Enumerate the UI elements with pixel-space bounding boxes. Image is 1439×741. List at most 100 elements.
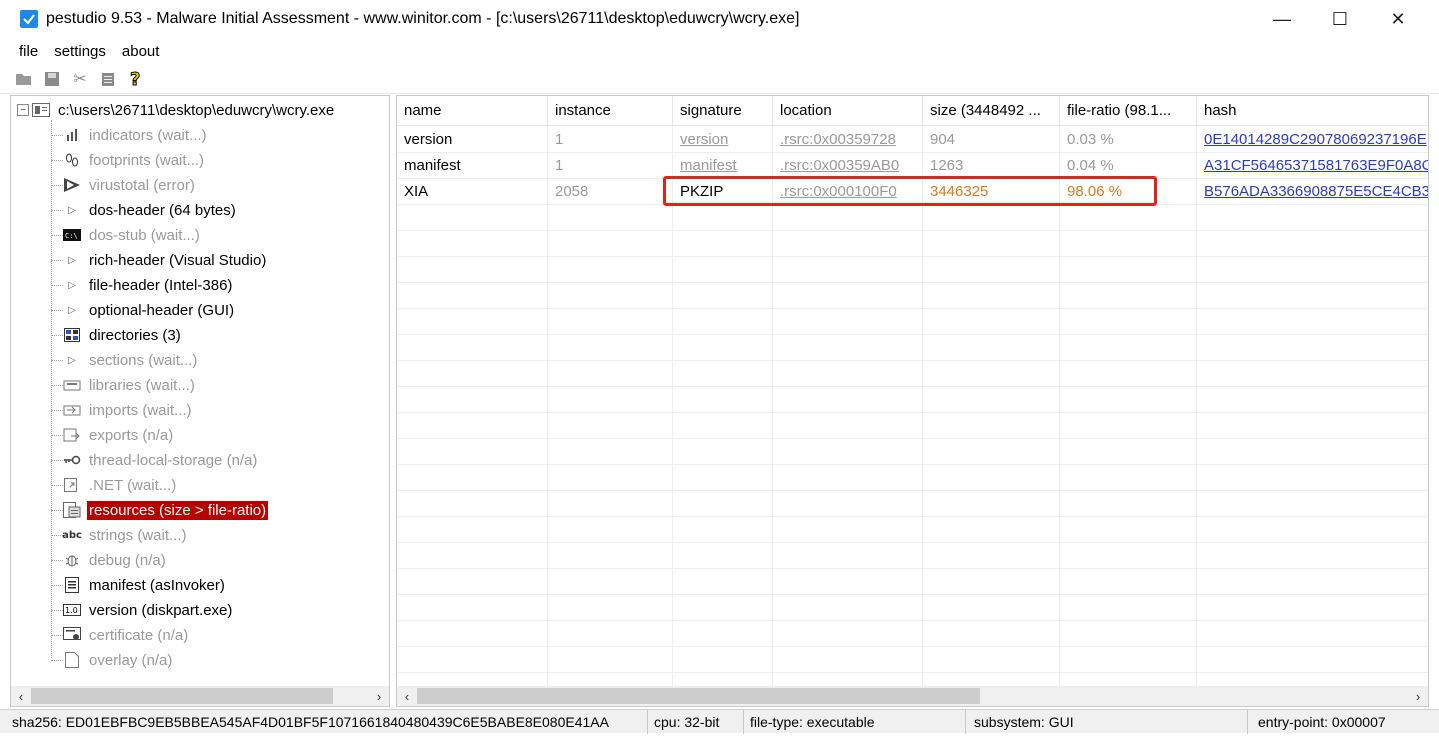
column-header-hash[interactable]: hash bbox=[1197, 96, 1428, 126]
cell-name[interactable]: XIA bbox=[397, 178, 547, 204]
tree-item-label: optional-header (GUI) bbox=[89, 301, 235, 319]
scroll-left-icon[interactable]: ‹ bbox=[397, 686, 417, 706]
bug-icon bbox=[63, 552, 81, 568]
tree-item-label: sections (wait...) bbox=[89, 351, 198, 369]
column-header-name[interactable]: name bbox=[397, 96, 548, 126]
tree-root[interactable]: − c:\users\26711\desktop\eduwcry\wcry.ex… bbox=[17, 98, 336, 122]
tree-item-virustotal[interactable]: virustotal (error) bbox=[63, 173, 197, 197]
expand-icon[interactable]: ▷ bbox=[63, 302, 81, 318]
tree-item-label: virustotal (error) bbox=[89, 176, 195, 194]
footprints-icon bbox=[63, 152, 81, 168]
console-icon: C:\ bbox=[63, 227, 81, 243]
column-header-location[interactable]: location bbox=[773, 96, 923, 126]
column-header-instance[interactable]: instance bbox=[548, 96, 673, 126]
clipboard-icon[interactable] bbox=[97, 68, 119, 90]
help-icon[interactable]: ? bbox=[125, 68, 147, 90]
cell-hash[interactable]: B576ADA3366908875E5CE4CB3 bbox=[1197, 178, 1428, 204]
expand-icon[interactable]: ▷ bbox=[63, 202, 81, 218]
tree-item-label: dos-stub (wait...) bbox=[89, 226, 200, 244]
column-header-file-ratio[interactable]: file-ratio (98.1... bbox=[1060, 96, 1197, 126]
minimize-button[interactable]: — bbox=[1253, 0, 1311, 38]
close-button[interactable]: ✕ bbox=[1369, 0, 1427, 38]
manifest-icon bbox=[63, 577, 81, 593]
tree-item-strings[interactable]: abc strings (wait...) bbox=[62, 523, 189, 547]
tree-item-resources[interactable]: resources (size > file-ratio) bbox=[63, 498, 269, 522]
cell-location[interactable]: .rsrc:0x00359AB0 bbox=[773, 152, 922, 178]
scroll-thumb[interactable] bbox=[31, 688, 333, 704]
cell-name[interactable]: version bbox=[397, 126, 547, 152]
menu-bar: file settings about bbox=[0, 38, 1439, 64]
virustotal-icon bbox=[63, 177, 81, 193]
cell-signature[interactable]: version bbox=[673, 126, 772, 152]
tree-item-libraries[interactable]: libraries (wait...) bbox=[63, 373, 197, 397]
cell-name[interactable]: manifest bbox=[397, 152, 547, 178]
tree-item-label: thread-local-storage (n/a) bbox=[89, 451, 258, 469]
scroll-right-icon[interactable]: › bbox=[369, 686, 389, 706]
svg-text:1.0: 1.0 bbox=[65, 606, 78, 615]
collapse-icon[interactable]: − bbox=[17, 104, 29, 116]
tree-item-exports[interactable]: exports (n/a) bbox=[63, 423, 175, 447]
expand-icon[interactable]: ▷ bbox=[63, 352, 81, 368]
cell-hash[interactable]: A31CF56465371581763E9F0A8C bbox=[1197, 152, 1428, 178]
tree-item-file-header[interactable]: ▷ file-header (Intel-386) bbox=[63, 273, 234, 297]
tree-item-certificate[interactable]: certificate (n/a) bbox=[63, 623, 190, 647]
cell-location[interactable]: .rsrc:0x00359728 bbox=[773, 126, 922, 152]
pestudio-app-icon bbox=[20, 10, 38, 28]
tree-item-indicators[interactable]: indicators (wait...) bbox=[63, 123, 209, 147]
bar-chart-icon bbox=[63, 127, 81, 143]
cell-hash[interactable]: 0E14014289C29078069237196E bbox=[1197, 126, 1428, 152]
tree-item-label: imports (wait...) bbox=[89, 401, 192, 419]
column-header-signature[interactable]: signature bbox=[673, 96, 773, 126]
tree-item-directories[interactable]: directories (3) bbox=[63, 323, 183, 347]
tree-item-rich-header[interactable]: ▷ rich-header (Visual Studio) bbox=[63, 248, 268, 272]
overlay-icon bbox=[63, 652, 81, 668]
cell-instance: 1 bbox=[555, 130, 564, 148]
scroll-thumb[interactable] bbox=[417, 688, 980, 704]
svg-text:C:\: C:\ bbox=[65, 232, 78, 240]
status-sha256: sha256: ED01EBFBC9EB5BBEA545AF4D01BF5F10… bbox=[0, 709, 648, 734]
tree-item-optional-header[interactable]: ▷ optional-header (GUI) bbox=[63, 298, 236, 322]
cell-signature[interactable]: manifest bbox=[673, 152, 772, 178]
maximize-button[interactable]: ☐ bbox=[1311, 0, 1369, 38]
tree-item-overlay[interactable]: overlay (n/a) bbox=[63, 648, 174, 672]
tree-item-label: exports (n/a) bbox=[89, 426, 174, 444]
cell-instance: 2058 bbox=[555, 182, 589, 200]
menu-file[interactable]: file bbox=[19, 43, 38, 60]
tree-item-footprints[interactable]: footprints (wait...) bbox=[63, 148, 206, 172]
cell-file-ratio: 0.04 % bbox=[1067, 156, 1114, 174]
tree-root-label: c:\users\26711\desktop\eduwcry\wcry.exe bbox=[58, 101, 335, 119]
cut-icon[interactable]: ✂ bbox=[69, 68, 91, 90]
tree-item-imports[interactable]: imports (wait...) bbox=[63, 398, 194, 422]
tree-item-thread-local-storage[interactable]: thread-local-storage (n/a) bbox=[63, 448, 259, 472]
tree-item-debug[interactable]: debug (n/a) bbox=[63, 548, 168, 572]
table-horizontal-scrollbar[interactable]: ‹ › bbox=[397, 686, 1428, 706]
expand-icon[interactable]: ▷ bbox=[63, 277, 81, 293]
status-bar: sha256: ED01EBFBC9EB5BBEA545AF4D01BF5F10… bbox=[0, 709, 1439, 734]
tree-item-dos-header[interactable]: ▷ dos-header (64 bytes) bbox=[63, 198, 238, 222]
tree-item-manifest[interactable]: manifest (asInvoker) bbox=[63, 573, 227, 597]
save-icon[interactable] bbox=[41, 68, 63, 90]
expand-icon[interactable]: ▷ bbox=[63, 252, 81, 268]
title-bar: pestudio 9.53 - Malware Initial Assessme… bbox=[0, 0, 1439, 38]
menu-about[interactable]: about bbox=[122, 43, 160, 60]
cell-file-ratio: 0.03 % bbox=[1067, 130, 1114, 148]
annotation-highlight-box bbox=[663, 176, 1157, 206]
tree-item-label: manifest (asInvoker) bbox=[89, 576, 225, 594]
tree-item-version[interactable]: 1.0 version (diskpart.exe) bbox=[63, 598, 234, 622]
tree-item-sections[interactable]: ▷ sections (wait...) bbox=[63, 348, 199, 372]
cell-size: 904 bbox=[930, 130, 956, 148]
menu-settings[interactable]: settings bbox=[54, 43, 106, 60]
open-icon[interactable] bbox=[13, 68, 35, 90]
tree-horizontal-scrollbar[interactable]: ‹ › bbox=[11, 686, 389, 706]
scroll-right-icon[interactable]: › bbox=[1408, 686, 1428, 706]
column-header-size[interactable]: size (3448492 ... bbox=[923, 96, 1060, 126]
tree-item-dos-stub[interactable]: C:\ dos-stub (wait...) bbox=[63, 223, 202, 247]
dotnet-icon bbox=[63, 477, 81, 493]
tree-item-label: indicators (wait...) bbox=[89, 126, 207, 144]
tree-item-net[interactable]: .NET (wait...) bbox=[63, 473, 178, 497]
status-cpu: cpu: 32-bit bbox=[648, 709, 744, 734]
tree-panel[interactable]: − c:\users\26711\desktop\eduwcry\wcry.ex… bbox=[10, 95, 390, 707]
tree-item-label: directories (3) bbox=[89, 326, 181, 344]
scroll-left-icon[interactable]: ‹ bbox=[11, 686, 31, 706]
svg-text:?: ? bbox=[130, 69, 140, 89]
